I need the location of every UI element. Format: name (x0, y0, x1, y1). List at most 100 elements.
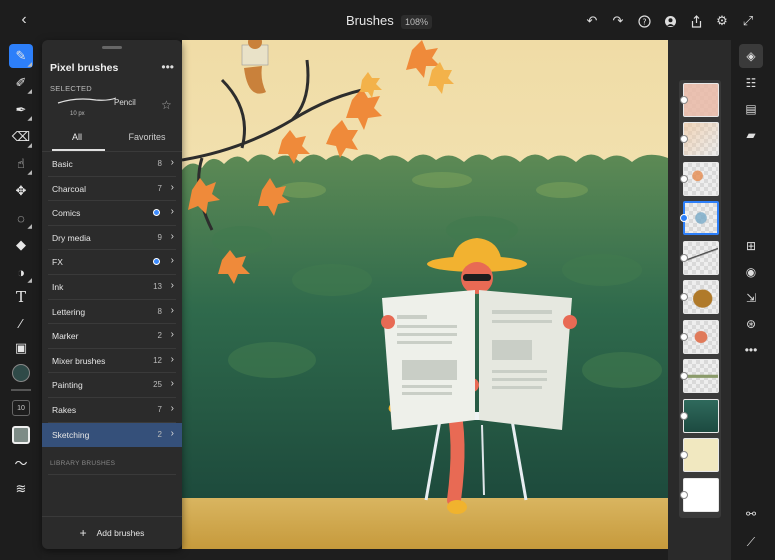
layer-thumbnail-selected[interactable] (683, 201, 719, 235)
brush-size-control[interactable]: 10 (9, 396, 33, 420)
layer-thumbnail[interactable] (683, 399, 719, 433)
category-name: Sketching (52, 429, 90, 440)
import-icon[interactable]: ⇲ (739, 286, 763, 310)
chevron-right-icon: › (170, 181, 174, 193)
panel-title: Pixel brushes (50, 62, 119, 74)
category-count: 8 (157, 159, 162, 168)
category-row-marker[interactable]: Marker 2 › (48, 324, 176, 349)
settings-gear-icon[interactable]: ⚙ (714, 13, 730, 29)
more-options-icon[interactable]: ••• (161, 60, 174, 74)
layer-thumbnail[interactable] (683, 320, 719, 354)
favorite-star-icon[interactable]: ☆ (161, 98, 172, 112)
category-row-rakes[interactable]: Rakes 7 › (48, 398, 176, 423)
layer-visibility-dot[interactable] (680, 175, 688, 183)
layer-thumbnail[interactable] (683, 241, 719, 275)
category-row-lettering[interactable]: Lettering 8 › (48, 300, 176, 325)
panel-grip-handle[interactable] (102, 46, 122, 49)
fill-tool-icon[interactable]: ◆ (9, 233, 33, 257)
layer-thumbnail[interactable] (683, 83, 719, 117)
vector-brush-tool-icon[interactable]: ✒ ◢ (9, 98, 33, 122)
layer-visibility-dot[interactable] (680, 214, 688, 222)
text-tool-icon[interactable]: T (9, 285, 33, 309)
chevron-right-icon: › (170, 279, 174, 291)
layer-visibility-dot[interactable] (680, 135, 688, 143)
document-title-menu[interactable]: Brushes ⌄ (346, 13, 408, 28)
share-users-icon[interactable] (662, 13, 678, 29)
redo-icon[interactable]: ↷ (610, 13, 626, 29)
visibility-eye-icon[interactable]: ◉ (739, 260, 763, 284)
comments-icon[interactable]: ▰ (739, 123, 763, 147)
back-chevron-icon[interactable]: ‹ (16, 11, 32, 28)
layers-icon[interactable]: ◈ (739, 44, 763, 68)
brush-stroke-options-icon[interactable]: ≋ (9, 477, 33, 501)
layer-visibility-dot[interactable] (680, 293, 688, 301)
chevron-right-icon: › (170, 255, 174, 267)
top-bar: ‹ Brushes ⌄ 108% ↶ ↷ ? ⚙ ⤢ (0, 0, 775, 40)
category-row-charcoal[interactable]: Charcoal 7 › (48, 177, 176, 202)
selected-label: SELECTED (50, 84, 92, 93)
tab-favorites[interactable]: Favorites (112, 132, 182, 142)
brush-settings-icon[interactable]: 〜 (9, 450, 33, 474)
category-row-fx[interactable]: FX › (48, 250, 176, 275)
eraser-tool-icon[interactable]: ⌫ ◢ (9, 125, 33, 149)
selected-brush-stroke-preview[interactable] (56, 94, 118, 108)
category-name: Rakes (52, 404, 77, 415)
layer-thumbnail[interactable] (683, 122, 719, 156)
category-name: Comics (52, 208, 81, 219)
plus-icon: + (79, 526, 87, 540)
category-row-painting[interactable]: Painting 25 › (48, 373, 176, 398)
layer-visibility-dot[interactable] (680, 254, 688, 262)
current-color-well[interactable] (9, 361, 33, 385)
live-brush-tool-icon[interactable]: ✐ ◢ (9, 71, 33, 95)
mask-icon[interactable]: ⊛ (739, 312, 763, 336)
new-content-dot-icon (153, 258, 160, 266)
chevron-right-icon: › (170, 206, 174, 218)
layer-visibility-dot[interactable] (680, 372, 688, 380)
layer-visibility-dot[interactable] (680, 491, 688, 499)
category-row-comics[interactable]: Comics › (48, 201, 176, 226)
transform-tool-icon[interactable]: ✥ (9, 179, 33, 203)
add-brushes-label: Add brushes (96, 528, 145, 538)
layer-thumbnail[interactable] (683, 438, 719, 472)
layer-thumbnail[interactable] (683, 478, 719, 512)
undo-icon[interactable]: ↶ (584, 13, 600, 29)
smudge-tool-icon[interactable]: ☝ ◢ (9, 152, 33, 176)
zoom-level[interactable]: 108% (401, 15, 433, 29)
layer-visibility-dot[interactable] (680, 451, 688, 459)
tab-all[interactable]: All (42, 132, 112, 142)
help-icon[interactable]: ? (636, 13, 652, 29)
more-layer-options-icon[interactable]: ••• (739, 338, 763, 362)
layer-properties-icon[interactable]: ☷ (739, 71, 763, 95)
category-row-ink[interactable]: Ink 13 › (48, 275, 176, 300)
layer-thumbnail[interactable] (683, 162, 719, 196)
chevron-right-icon: › (170, 230, 174, 242)
category-row-dry-media[interactable]: Dry media 9 › (48, 226, 176, 251)
artwork-canvas[interactable] (182, 40, 668, 549)
fullscreen-icon[interactable]: ⤢ (740, 13, 756, 29)
shapes-icon[interactable]: ⚯ (739, 502, 763, 526)
pixel-brush-tool-icon[interactable]: ✎ ◢ (9, 44, 33, 68)
shape-tool-icon[interactable]: ◑ ◢ (9, 260, 33, 285)
layer-visibility-dot[interactable] (680, 96, 688, 104)
layer-thumbnail[interactable] (683, 280, 719, 314)
add-layer-icon[interactable]: ⊞ (739, 234, 763, 258)
lasso-tool-icon[interactable]: ◌ ◢ (9, 206, 33, 231)
layer-visibility-dot[interactable] (680, 412, 688, 420)
category-name: Ink (52, 281, 64, 292)
category-row-sketching[interactable]: Sketching 2 › (42, 422, 182, 448)
color-swatch (12, 426, 30, 444)
layer-thumbnail[interactable] (683, 359, 719, 393)
category-row-mixer-brushes[interactable]: Mixer brushes 12 › (48, 349, 176, 374)
category-name: Dry media (52, 232, 91, 243)
canvas-panel-icon[interactable]: ▤ (739, 97, 763, 121)
layer-visibility-dot[interactable] (680, 333, 688, 341)
color-swatch-control[interactable] (9, 423, 33, 447)
add-brushes-button[interactable]: + Add brushes (42, 516, 182, 549)
chevron-right-icon: › (170, 329, 174, 341)
eyedropper-tool-icon[interactable]: ⁄ (9, 311, 33, 335)
category-row-basic[interactable]: Basic 8 › (48, 152, 176, 177)
export-icon[interactable] (688, 13, 704, 29)
category-count: 2 (157, 429, 162, 439)
pen-draw-icon[interactable]: ⟋ (739, 530, 763, 554)
image-tool-icon[interactable]: ▣ (9, 336, 33, 360)
